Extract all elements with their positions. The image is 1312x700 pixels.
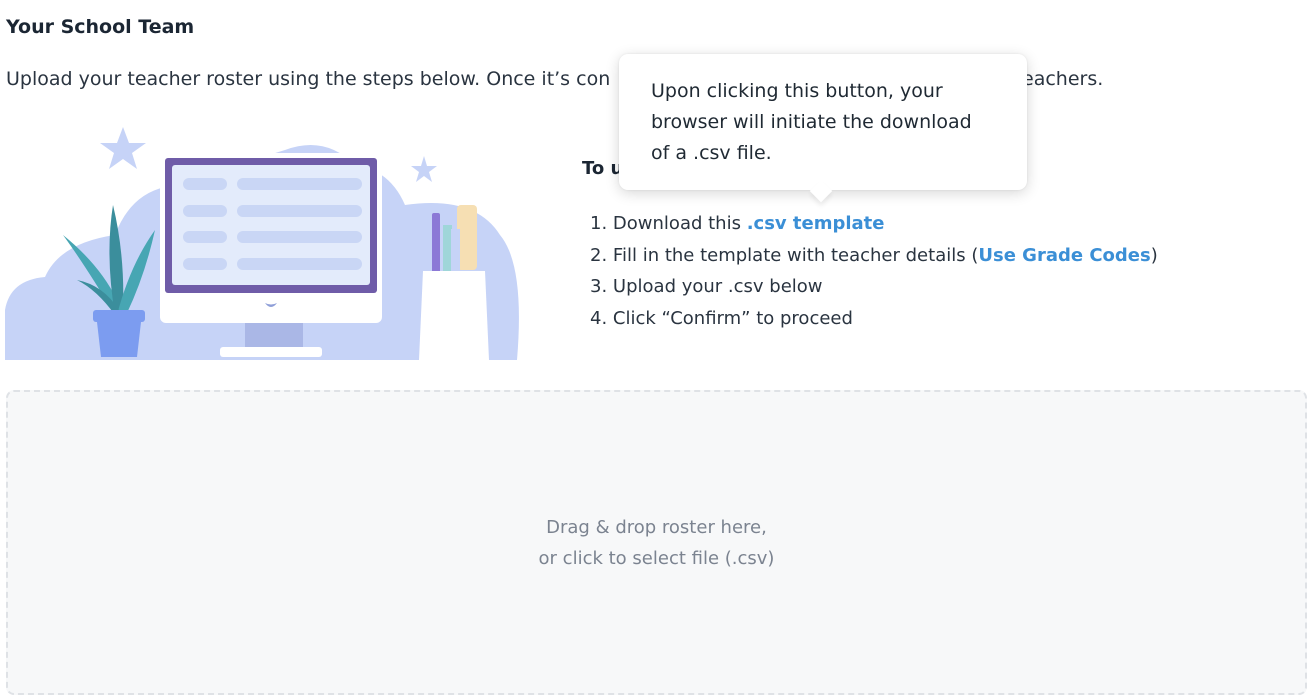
step-number: 3.	[590, 276, 608, 297]
list-item: 1. Download this .csv template	[590, 208, 1158, 240]
tooltip-line: of a .csv file.	[651, 142, 772, 164]
star-icon	[411, 156, 437, 182]
list-item: 3. Upload your .csv below	[590, 271, 1158, 303]
intro-text-tail: eachers.	[1022, 68, 1104, 90]
tooltip-line: browser will initiate the download	[651, 111, 972, 133]
csv-template-link[interactable]: .csv template	[747, 213, 885, 234]
list-item: 2. Fill in the template with teacher det…	[590, 240, 1158, 272]
roster-dropzone[interactable]: Drag & drop roster here, or click to sel…	[6, 390, 1307, 695]
tooltip-arrow	[809, 179, 833, 203]
download-tooltip: Upon clicking this button, your browser …	[619, 54, 1027, 203]
desk-illustration	[5, 127, 519, 360]
steps-list: 1. Download this .csv template 2. Fill i…	[590, 208, 1158, 334]
list-item: 4. Click “Confirm” to proceed	[590, 303, 1158, 335]
step-text-end: )	[1150, 244, 1158, 266]
step-text: Click “Confirm” to proceed	[612, 307, 853, 329]
dropzone-text-line1: Drag & drop roster here,	[546, 516, 767, 538]
grade-codes-link[interactable]: Use Grade Codes	[978, 245, 1150, 266]
step-text: Download this	[612, 213, 747, 234]
step-number: 4.	[590, 307, 608, 329]
star-icon	[100, 127, 146, 169]
steps-heading: To u	[582, 158, 624, 179]
step-number: 2.	[590, 244, 608, 266]
intro-text: Upload your teacher roster using the ste…	[6, 68, 611, 90]
page-title: Your School Team	[6, 16, 195, 38]
step-text: Fill in the template with teacher detail…	[612, 244, 979, 266]
dropzone-text-line2: or click to select file (.csv)	[538, 547, 775, 569]
tooltip-line: Upon clicking this button, your	[651, 80, 943, 102]
step-text: Upload your .csv below	[612, 276, 823, 297]
step-number: 1.	[590, 213, 608, 234]
